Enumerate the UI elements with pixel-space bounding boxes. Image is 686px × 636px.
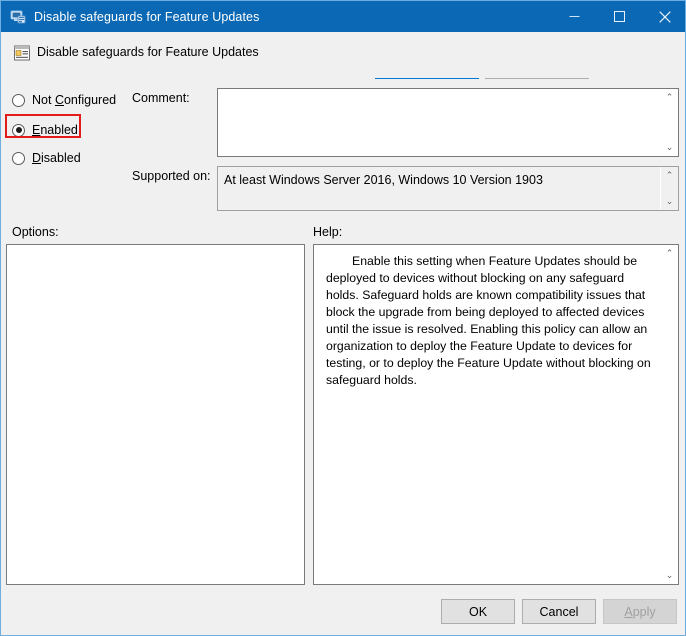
close-icon[interactable] bbox=[642, 1, 685, 32]
options-panel[interactable] bbox=[6, 244, 305, 585]
title-bar[interactable]: Disable safeguards for Feature Updates bbox=[1, 1, 685, 32]
options-label: Options: bbox=[12, 225, 59, 239]
cancel-button[interactable]: Cancel bbox=[522, 599, 596, 624]
help-panel: Enable this setting when Feature Updates… bbox=[313, 244, 679, 585]
radio-disabled[interactable]: Disabled bbox=[12, 149, 81, 167]
scroll-up-icon[interactable]: ⌃ bbox=[661, 245, 678, 262]
supported-on-scrollbar[interactable]: ⌃ ⌄ bbox=[660, 167, 678, 210]
dialog-body: Not Configured Enabled Disabled Comment:… bbox=[1, 79, 685, 635]
help-scrollbar[interactable]: ⌃ ⌄ bbox=[660, 245, 678, 584]
radio-enabled[interactable]: Enabled bbox=[12, 121, 78, 139]
policy-setting-icon bbox=[13, 44, 31, 62]
radio-disabled-label: Disabled bbox=[32, 151, 81, 165]
radio-enabled-label: Enabled bbox=[32, 123, 78, 137]
help-label: Help: bbox=[313, 225, 343, 239]
window-title: Disable safeguards for Feature Updates bbox=[34, 9, 260, 24]
policy-setting-dialog: Disable safeguards for Feature Updates D… bbox=[0, 0, 686, 636]
cancel-label: Cancel bbox=[539, 604, 579, 619]
supported-on-label: Supported on: bbox=[132, 169, 211, 183]
scroll-up-icon[interactable]: ⌃ bbox=[661, 89, 678, 106]
setting-header: Disable safeguards for Feature Updates P… bbox=[1, 32, 685, 103]
apply-button: Apply bbox=[603, 599, 677, 624]
supported-on-value: At least Windows Server 2016, Windows 10… bbox=[224, 173, 543, 187]
radio-indicator bbox=[12, 93, 25, 107]
help-text: Enable this setting when Feature Updates… bbox=[326, 254, 651, 387]
ok-label: OK bbox=[468, 604, 488, 619]
comment-value[interactable] bbox=[218, 89, 661, 156]
policy-monitor-icon bbox=[10, 9, 26, 25]
scroll-down-icon[interactable]: ⌄ bbox=[661, 193, 678, 210]
scroll-down-icon[interactable]: ⌄ bbox=[661, 139, 678, 156]
scroll-down-icon[interactable]: ⌄ bbox=[661, 567, 678, 584]
radio-indicator bbox=[12, 123, 25, 137]
setting-name: Disable safeguards for Feature Updates bbox=[37, 45, 259, 59]
comment-scrollbar[interactable]: ⌃ ⌄ bbox=[660, 89, 678, 156]
apply-label: Apply bbox=[624, 604, 656, 619]
radio-not-configured-label: Not Configured bbox=[32, 93, 117, 107]
radio-not-configured[interactable]: Not Configured bbox=[12, 91, 116, 109]
comment-label: Comment: bbox=[132, 91, 190, 105]
ok-button[interactable]: OK bbox=[441, 599, 515, 624]
comment-input[interactable]: ⌃ ⌄ bbox=[217, 88, 679, 157]
scroll-up-icon[interactable]: ⌃ bbox=[661, 167, 678, 184]
window-controls bbox=[552, 1, 685, 32]
supported-on-field: At least Windows Server 2016, Windows 10… bbox=[217, 166, 679, 211]
minimize-icon[interactable] bbox=[552, 1, 597, 32]
radio-indicator bbox=[12, 151, 25, 165]
maximize-icon[interactable] bbox=[597, 1, 642, 32]
